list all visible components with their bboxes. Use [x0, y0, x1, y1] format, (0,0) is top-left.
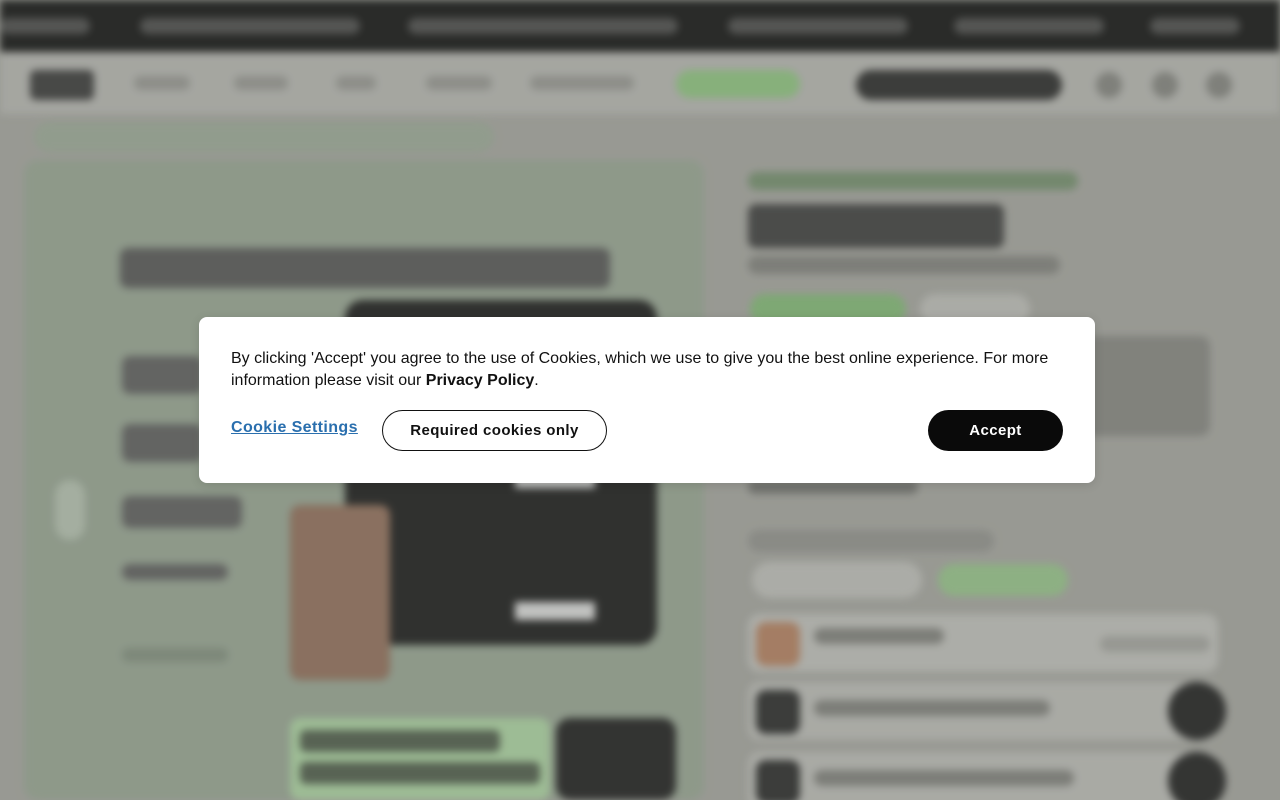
privacy-policy-link[interactable]: Privacy Policy — [426, 372, 535, 389]
cookie-settings-link[interactable]: Cookie Settings — [231, 419, 358, 437]
cookie-message: By clicking 'Accept' you agree to the us… — [231, 348, 1061, 392]
cookie-message-end: . — [534, 372, 539, 389]
cookie-message-text: By clicking 'Accept' you agree to the us… — [231, 350, 1049, 389]
required-cookies-button[interactable]: Required cookies only — [382, 410, 607, 451]
accept-button[interactable]: Accept — [928, 410, 1063, 451]
cookie-consent-dialog: By clicking 'Accept' you agree to the us… — [199, 317, 1095, 483]
